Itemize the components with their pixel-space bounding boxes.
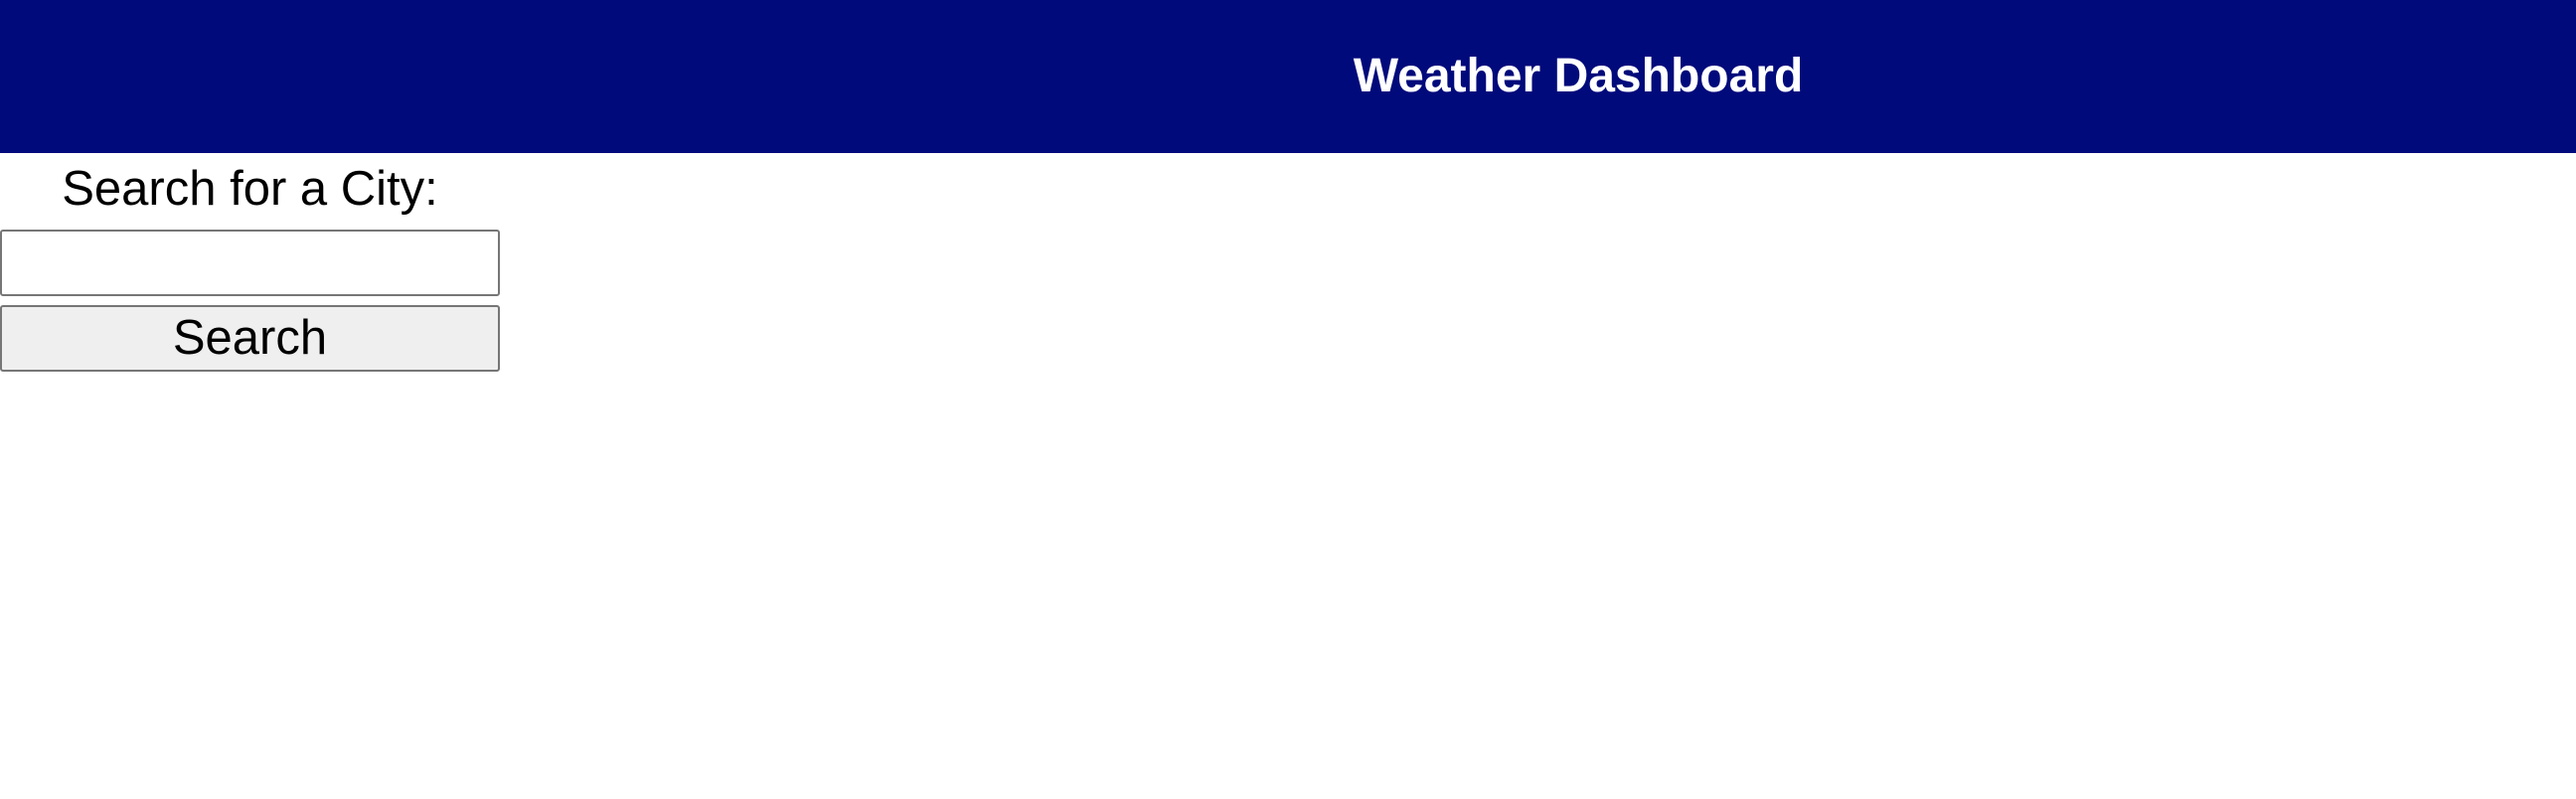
search-button[interactable]: Search [0,305,500,372]
page-title: Weather Dashboard [1353,50,1804,102]
city-search-input[interactable] [0,230,500,296]
search-label: Search for a City: [62,162,438,216]
page-header: Weather Dashboard [0,0,2576,153]
search-panel: Search for a City: Search [0,153,500,372]
